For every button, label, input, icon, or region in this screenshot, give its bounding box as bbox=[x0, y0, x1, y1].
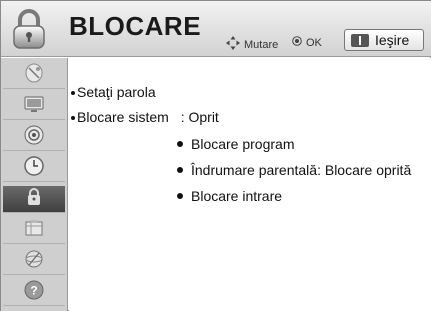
bullet-dot bbox=[177, 193, 183, 200]
exit-key-icon bbox=[351, 33, 369, 47]
bullet-dot bbox=[71, 116, 75, 121]
input-lock-label: Blocare intrare bbox=[191, 188, 283, 204]
move-hint: Mutare bbox=[226, 36, 278, 53]
options-box-icon bbox=[23, 217, 45, 244]
svg-text:?: ? bbox=[30, 283, 37, 297]
system-lock-label: Blocare sistem bbox=[77, 109, 169, 125]
exit-button[interactable]: Ieşire bbox=[344, 29, 424, 51]
ok-hint: OK bbox=[292, 36, 322, 49]
clock-icon bbox=[23, 155, 45, 182]
bullet-dot bbox=[177, 141, 183, 148]
parental-guidance-item[interactable]: Îndrumare parentală: Blocare oprită bbox=[177, 162, 411, 178]
header-bar: BLOCARE Mutare OK Ieşire bbox=[1, 1, 431, 57]
sidebar-item-support[interactable]: ? bbox=[3, 279, 65, 306]
input-lock-item[interactable]: Blocare intrare bbox=[177, 188, 282, 204]
lock-icon bbox=[23, 186, 45, 213]
sidebar-item-time[interactable] bbox=[3, 155, 65, 182]
settings-sidebar: ? bbox=[1, 58, 68, 311]
parental-guidance-label: Îndrumare parentală: Blocare oprită bbox=[191, 162, 412, 178]
lock-icon bbox=[6, 7, 52, 51]
program-lock-item[interactable]: Blocare program bbox=[177, 136, 295, 152]
system-lock-value: : Oprit bbox=[180, 109, 219, 125]
sidebar-item-network[interactable] bbox=[3, 248, 65, 275]
ok-hint-label: OK bbox=[306, 36, 322, 49]
lock-menu-panel: Setaţi parola Blocare sistem : Oprit Blo… bbox=[69, 58, 431, 311]
help-icon: ? bbox=[23, 279, 45, 306]
navigation-arrows-icon bbox=[226, 36, 240, 53]
sidebar-item-audio[interactable] bbox=[3, 124, 65, 151]
monitor-icon bbox=[23, 93, 45, 120]
sidebar-item-picture[interactable] bbox=[3, 93, 65, 120]
system-lock-item[interactable]: Blocare sistem : Oprit bbox=[71, 109, 219, 125]
set-password-label: Setaţi parola bbox=[77, 84, 156, 100]
lock-settings-window: BLOCARE Mutare OK Ieşire ? Setaţi parola… bbox=[0, 0, 431, 311]
sidebar-item-options[interactable] bbox=[3, 217, 65, 244]
bullet-dot bbox=[177, 167, 183, 174]
sidebar-item-setup[interactable] bbox=[3, 62, 65, 89]
exit-button-label: Ieşire bbox=[375, 32, 410, 48]
move-hint-label: Mutare bbox=[244, 38, 279, 51]
sidebar-item-lock[interactable] bbox=[3, 186, 65, 213]
speaker-icon bbox=[23, 124, 45, 151]
network-globe-icon bbox=[23, 248, 45, 275]
program-lock-label: Blocare program bbox=[191, 136, 295, 152]
ok-button-icon bbox=[292, 36, 302, 49]
set-password-item[interactable]: Setaţi parola bbox=[71, 84, 156, 100]
bullet-dot bbox=[71, 91, 75, 96]
page-title: BLOCARE bbox=[69, 11, 202, 41]
satellite-dish-icon bbox=[23, 62, 45, 89]
